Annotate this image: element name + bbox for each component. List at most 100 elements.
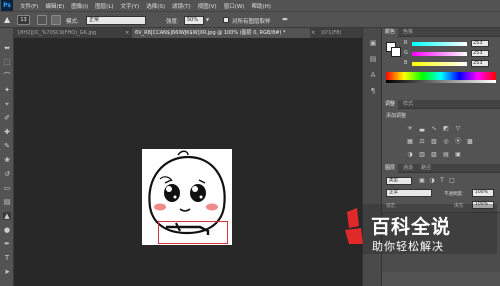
tab-document-1[interactable]: }8H2][IC_%70SC9(FHO)_GK.jpg [14, 28, 124, 38]
mode-select[interactable]: 正常 [86, 16, 146, 25]
tab-color[interactable]: 颜色 [382, 28, 399, 37]
eraser-tool-icon[interactable]: ▭ [3, 184, 11, 192]
options-bar: ▲ 13 模式: 正常 强度: 50% ▼ 对所有图层取样 ✒ [0, 11, 500, 28]
gradient-tool-icon[interactable]: ▤ [3, 198, 11, 206]
close-icon[interactable]: × [311, 28, 315, 38]
green-value[interactable]: 253 [471, 50, 489, 57]
strength-label: 强度: [166, 19, 179, 25]
opacity-value: 100% [475, 190, 488, 195]
history-brush-tool-icon[interactable]: ↺ [3, 170, 11, 178]
menu-layer[interactable]: 图层(L) [95, 2, 113, 10]
grayscale-bar[interactable] [386, 80, 496, 83]
brush-tool-icon[interactable]: ✎ [3, 142, 11, 150]
healing-tool-icon[interactable]: ✚ [3, 128, 11, 136]
brush-panel-icon[interactable] [37, 15, 47, 25]
pen-tool-icon[interactable]: ✒ [3, 240, 11, 248]
eyedropper-tool-icon[interactable]: ✐ [3, 114, 11, 122]
strength-value: 50% [187, 17, 199, 23]
crop-tool-icon[interactable]: ⌖ [3, 100, 11, 108]
filter-type-icon[interactable]: T [438, 177, 446, 184]
curves-icon[interactable]: ∿ [430, 125, 438, 132]
mode-value: 正常 [89, 17, 100, 23]
black-white-icon[interactable]: ▧ [430, 138, 438, 145]
layer-kind-filter[interactable]: 类型 [386, 177, 412, 185]
sample-all-label: 对所有图层取样 [232, 19, 271, 25]
dodge-tool-icon[interactable]: ● [3, 226, 11, 234]
character-icon[interactable]: A [368, 70, 378, 80]
tab-swatches[interactable]: 色板 [400, 28, 416, 37]
red-value[interactable]: 253 [471, 40, 489, 47]
red-slider[interactable] [412, 42, 467, 46]
hue-saturation-icon[interactable]: ▦ [406, 138, 414, 145]
blur-tool-icon[interactable]: ▲ [4, 15, 14, 25]
lasso-tool-icon[interactable]: ⌒ [3, 72, 11, 80]
color-panel-tabs: 颜色 色板 [382, 28, 500, 37]
tab-channels[interactable]: 通道 [400, 164, 416, 173]
filter-shape-icon[interactable]: □ [448, 177, 456, 184]
background-color-swatch[interactable] [391, 47, 401, 57]
tab-layers[interactable]: 图层 [382, 164, 399, 173]
opacity-input[interactable]: 100% [472, 189, 494, 197]
move-tool-icon[interactable]: ⬌ [3, 44, 11, 52]
type-tool-icon[interactable]: T [3, 254, 11, 262]
exposure-icon[interactable]: ◩ [442, 125, 450, 132]
brush-size-picker[interactable]: 13 [17, 15, 30, 25]
filter-pixel-icon[interactable]: ▣ [418, 177, 426, 184]
color-balance-icon[interactable]: ⚖ [418, 138, 426, 145]
mode-label: 模式: [66, 19, 79, 25]
history-icon[interactable]: ▣ [368, 38, 378, 48]
adjust-panel-title: 添加调整 [386, 113, 407, 119]
green-slider-row: G 253 [404, 50, 498, 58]
path-select-tool-icon[interactable]: ➤ [3, 268, 11, 276]
filter-adjust-icon[interactable]: ◑ [428, 177, 436, 184]
threshold-icon[interactable]: ▨ [430, 151, 438, 158]
menu-help[interactable]: 帮助(H) [251, 2, 270, 10]
color-spectrum-bar[interactable] [386, 72, 496, 80]
menu-type[interactable]: 文字(Y) [121, 2, 140, 10]
invert-icon[interactable]: ◑ [406, 151, 414, 158]
menu-view[interactable]: 视图(V) [198, 2, 217, 10]
layer-kind-value: 类型 [389, 178, 398, 183]
adjust-panel-tabs: 调整 样式 [382, 100, 500, 109]
paragraph-icon[interactable]: ¶ [368, 86, 378, 96]
blue-slider[interactable] [412, 62, 467, 66]
brightness-icon[interactable]: ☀ [406, 125, 414, 132]
tab-document-2[interactable]: 6V_R8[CCAN$]66IWJK$W]XR.jpg @ 100% (图层 0… [132, 28, 310, 38]
close-icon[interactable]: × [125, 28, 129, 38]
blue-value[interactable]: 253 [471, 60, 489, 67]
green-slider[interactable] [412, 52, 467, 56]
green-label: G [404, 50, 408, 56]
marquee-tool-icon[interactable]: ⬚ [3, 58, 11, 66]
menu-filter[interactable]: 滤镜(T) [172, 2, 191, 10]
red-label: R [404, 40, 408, 46]
strength-dropdown-icon[interactable]: ▼ [206, 17, 209, 22]
clone-source-icon[interactable] [51, 15, 61, 25]
menu-window[interactable]: 窗口(W) [224, 2, 245, 10]
menu-file[interactable]: 文件(F) [20, 2, 38, 10]
menu-edit[interactable]: 编辑(E) [45, 2, 64, 10]
vibrance-icon[interactable]: ▽ [454, 125, 462, 132]
tab-styles[interactable]: 样式 [400, 100, 416, 109]
properties-icon[interactable]: ▤ [368, 54, 378, 64]
selective-color-icon[interactable]: ▣ [454, 151, 462, 158]
pressure-icon[interactable]: ✒ [282, 15, 292, 25]
photo-filter-icon[interactable]: ◎ [442, 138, 450, 145]
tab-adjustments[interactable]: 调整 [382, 100, 399, 109]
levels-icon[interactable]: ▃ [418, 125, 426, 132]
quick-select-tool-icon[interactable]: ✦ [3, 86, 11, 94]
color-lookup-icon[interactable]: ▩ [466, 138, 474, 145]
stamp-tool-icon[interactable]: ❀ [3, 156, 11, 164]
menu-select[interactable]: 选择(S) [146, 2, 165, 10]
blend-mode-value: 正常 [389, 190, 398, 195]
gradient-map-icon[interactable]: ▤ [442, 151, 450, 158]
blur-tool-icon[interactable]: ▲ [3, 212, 11, 220]
posterize-icon[interactable]: ▥ [418, 151, 426, 158]
strength-input[interactable]: 50% [184, 16, 204, 25]
channel-mixer-icon[interactable]: ⦿ [454, 138, 462, 145]
tab-paths[interactable]: 路径 [418, 164, 434, 173]
menu-image[interactable]: 图像(I) [71, 2, 88, 10]
tab-document-3[interactable]: )O'1(F8) [318, 28, 362, 38]
sample-all-checkbox[interactable] [223, 17, 229, 23]
blend-mode-select[interactable]: 正常 [386, 189, 432, 197]
menu-bar: Ps 文件(F) 编辑(E) 图像(I) 图层(L) 文字(Y) 选择(S) 滤… [0, 0, 500, 11]
